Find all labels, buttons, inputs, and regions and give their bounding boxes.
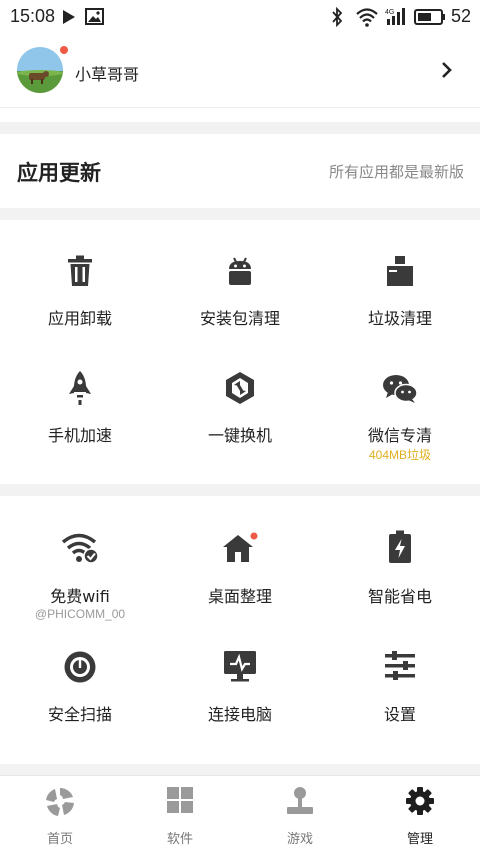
avatar[interactable] [17, 47, 63, 93]
utilities-grid: 免费wifi @PHICOMM_00 桌面整理 智能省电 安全扫描 连接电脑 设… [0, 496, 480, 764]
update-title: 应用更新 [17, 161, 101, 185]
tab-label: 首页 [46, 832, 73, 847]
tab-home[interactable]: 首页 [0, 776, 120, 853]
tool-boost[interactable]: 手机加速 [0, 352, 160, 484]
status-bar: 15:08 4G 52 [0, 0, 480, 34]
tool-label: 手机加速 [47, 426, 112, 445]
trash-icon [0, 255, 160, 287]
rocket-icon [0, 370, 160, 406]
wechat-junk-size: 404MB垃圾 [368, 448, 432, 462]
joystick-icon [240, 786, 360, 816]
utility-label: 连接电脑 [207, 705, 272, 724]
home-logo-icon [0, 786, 120, 818]
tool-label: 安装包清理 [199, 309, 280, 328]
profile-row[interactable]: 小草哥哥 [0, 34, 480, 108]
tab-manage[interactable]: 管理 [360, 776, 480, 853]
tool-label: 一键换机 [207, 426, 272, 445]
sliders-icon [320, 650, 480, 682]
wifi-ssid: @PHICOMM_00 [34, 607, 126, 621]
utility-label: 设置 [383, 705, 416, 724]
utility-label: 桌面整理 [207, 587, 272, 606]
section-divider [0, 208, 480, 220]
tool-label: 应用卸载 [47, 309, 112, 328]
utility-security-scan[interactable]: 安全扫描 [0, 626, 160, 764]
tool-phone-switch[interactable]: 一键换机 [160, 352, 320, 484]
tool-label: 微信专清 [367, 426, 432, 445]
tab-label: 管理 [406, 832, 433, 847]
tab-label: 游戏 [286, 832, 313, 847]
tool-wechat-clean[interactable]: 微信专清 404MB垃圾 [320, 352, 480, 484]
chevron-right-icon[interactable] [440, 61, 454, 83]
tool-package-clean[interactable]: 安装包清理 [160, 220, 320, 352]
utility-settings[interactable]: 设置 [320, 626, 480, 764]
gallery-icon [85, 8, 104, 30]
signal-icon: 4G [385, 7, 409, 32]
notification-dot [60, 46, 68, 54]
utility-label: 智能省电 [367, 587, 432, 606]
bluetooth-icon [330, 6, 344, 32]
section-divider [0, 484, 480, 496]
tool-label: 垃圾清理 [367, 309, 432, 328]
phone-switch-icon [160, 371, 320, 405]
update-status: 所有应用都是最新版 [328, 163, 464, 181]
battery-charge-icon [320, 530, 480, 564]
gear-icon [360, 786, 480, 816]
desktop-badge-dot [250, 532, 258, 540]
tab-games[interactable]: 游戏 [240, 776, 360, 853]
utility-connect-pc[interactable]: 连接电脑 [160, 626, 320, 764]
utility-label: 免费wifi [50, 587, 110, 606]
broom-icon [320, 255, 480, 287]
play-icon [62, 9, 76, 30]
battery-icon [414, 9, 446, 30]
network-type: 4G [385, 9, 394, 16]
utility-power-saving[interactable]: 智能省电 [320, 496, 480, 626]
home-icon [160, 532, 320, 564]
tab-label: 软件 [166, 832, 193, 847]
computer-icon [160, 650, 320, 682]
username: 小草哥哥 [75, 65, 140, 84]
utility-label: 安全扫描 [47, 705, 112, 724]
scan-icon [0, 650, 160, 684]
section-divider [0, 122, 480, 134]
utility-free-wifi[interactable]: 免费wifi @PHICOMM_00 [0, 496, 160, 626]
battery-percentage: 52 [451, 6, 472, 26]
apps-grid-icon [120, 786, 240, 814]
wifi-check-icon [0, 532, 160, 564]
tool-uninstall[interactable]: 应用卸载 [0, 220, 160, 352]
tab-software[interactable]: 软件 [120, 776, 240, 853]
status-time: 15:08 [10, 6, 56, 26]
utility-desktop-organize[interactable]: 桌面整理 [160, 496, 320, 626]
tools-grid: 应用卸载 安装包清理 垃圾清理 手机加速 一键换机 微信专清 404MB垃圾 [0, 220, 480, 484]
wechat-icon [320, 374, 480, 404]
tool-junk-clean[interactable]: 垃圾清理 [320, 220, 480, 352]
app-update-row[interactable]: 应用更新 所有应用都是最新版 [0, 134, 480, 208]
bottom-tab-bar: 首页 软件 游戏 管理 [0, 775, 480, 853]
section-divider [0, 764, 480, 775]
android-icon [160, 255, 320, 287]
wifi-icon [355, 7, 379, 32]
